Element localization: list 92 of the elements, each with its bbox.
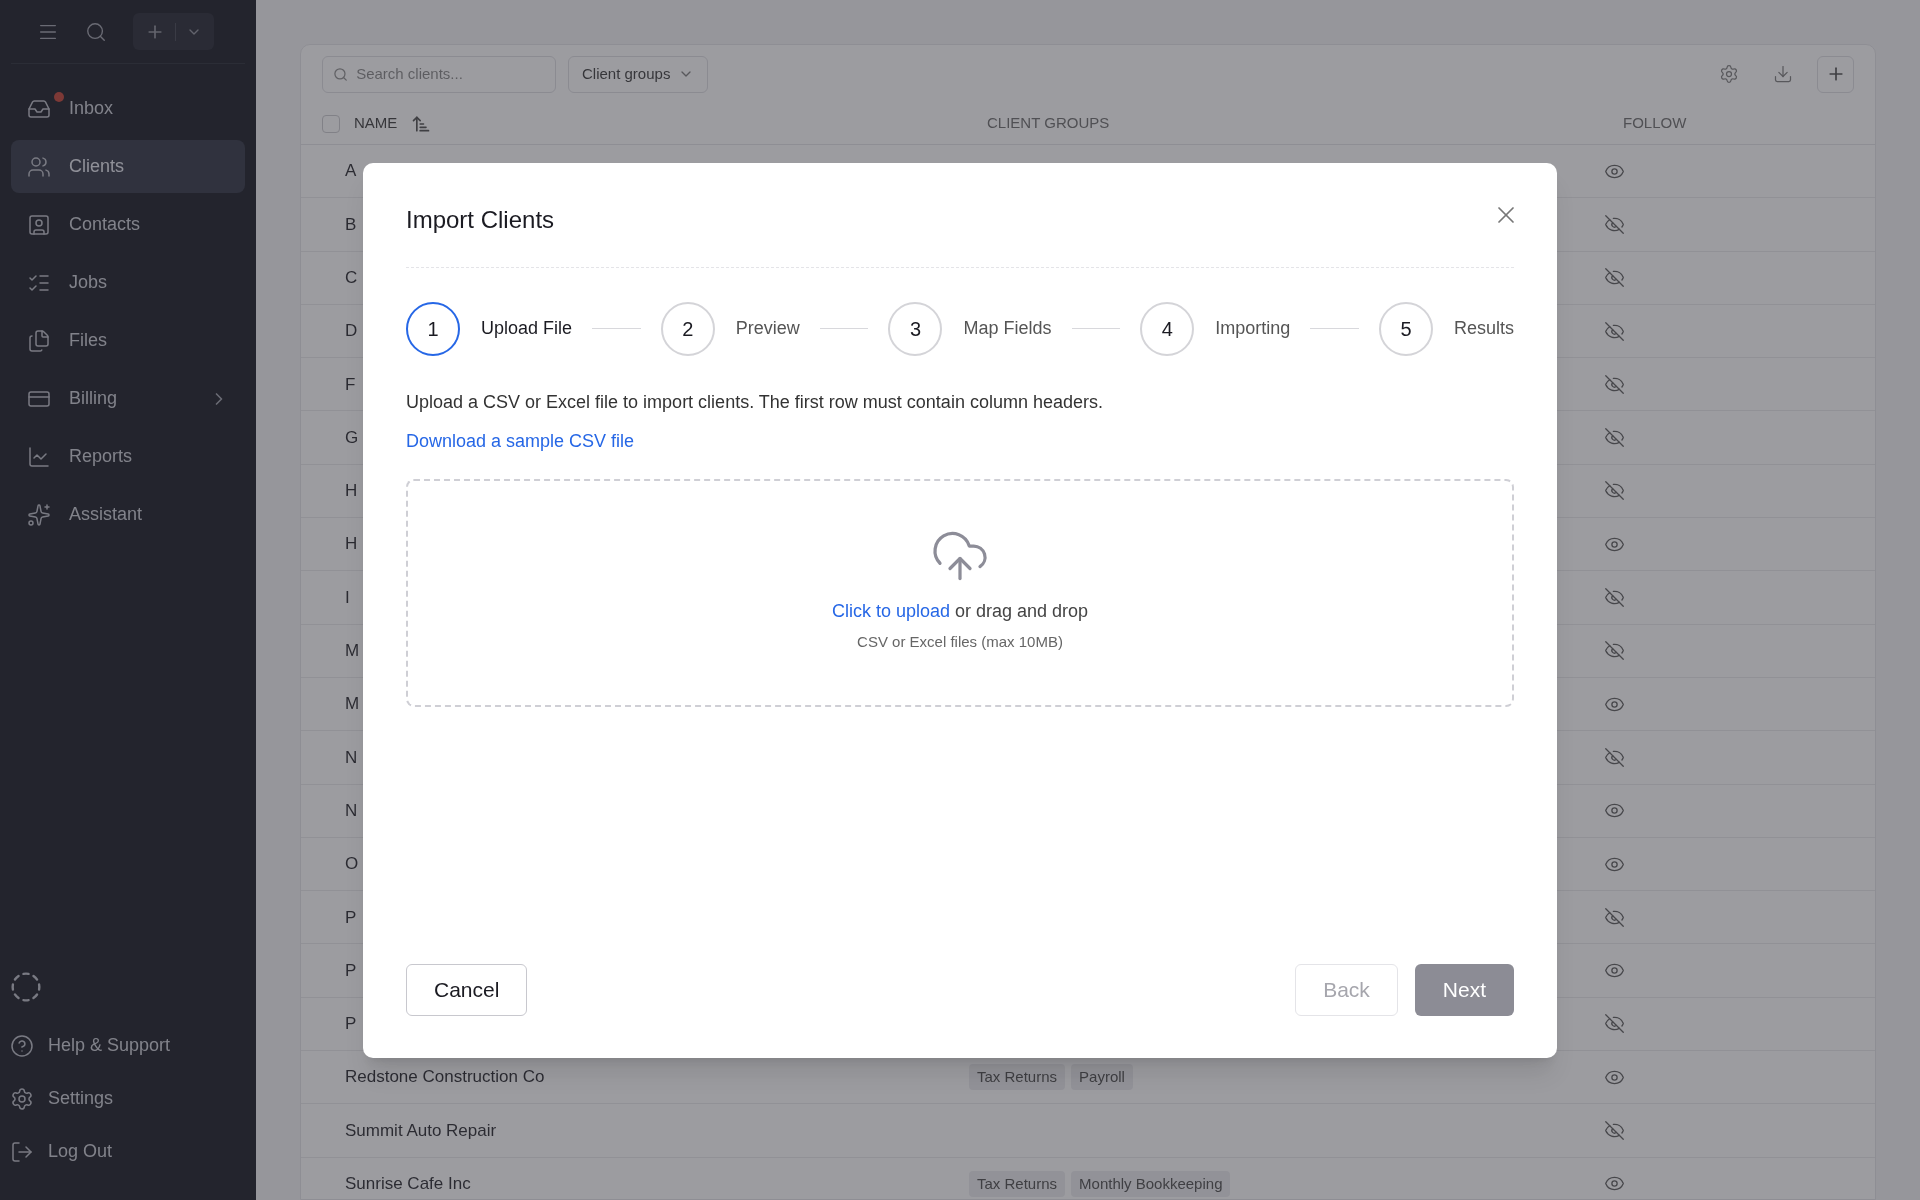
eye-off-icon[interactable]	[1604, 587, 1625, 608]
client-name[interactable]: B	[345, 214, 357, 234]
client-name[interactable]: M	[345, 641, 360, 661]
dialog-title: Import Clients	[406, 204, 555, 235]
column-header[interactable]: NAME	[354, 112, 398, 135]
nav-label: Assistant	[69, 503, 144, 526]
nav-item[interactable]: Reports	[11, 430, 245, 483]
nav-label: Jobs	[69, 271, 109, 294]
nav-item[interactable]: Inbox	[11, 82, 245, 135]
eye-off-icon[interactable]	[1604, 746, 1625, 768]
eye-off-icon[interactable]	[1604, 267, 1625, 289]
search-input[interactable]: Search clients...	[356, 62, 545, 86]
client-name[interactable]: H	[345, 481, 358, 501]
click-to-upload-link[interactable]: Click to upload	[831, 600, 950, 621]
sparkles-icon	[27, 502, 51, 527]
nav-item[interactable]: Billing	[11, 372, 245, 425]
eye-off-icon[interactable]	[1604, 480, 1625, 502]
column-header: CLIENT GROUPS	[987, 114, 1110, 132]
client-group-tag: Tax Returns	[969, 1170, 1066, 1198]
users-icon	[27, 154, 51, 179]
client-name[interactable]: F	[345, 374, 356, 394]
eye-off-icon[interactable]	[1604, 640, 1625, 662]
footer-nav-label: Log Out	[48, 1140, 113, 1163]
step-label: Upload File	[481, 317, 573, 340]
upload-hint: CSV or Excel files (max 10MB)	[857, 631, 1063, 652]
nav-item[interactable]: Files	[11, 314, 245, 367]
client-name[interactable]: P	[345, 1014, 357, 1034]
client-name[interactable]: P	[345, 960, 357, 980]
search-icon	[333, 65, 349, 83]
nav-item[interactable]: Clients	[11, 140, 245, 193]
client-name[interactable]: Redstone Construction Co	[345, 1067, 545, 1087]
cancel-button[interactable]: Cancel	[406, 963, 528, 1016]
help-icon	[10, 1033, 34, 1058]
eye-off-icon[interactable]	[1604, 427, 1625, 449]
eye-off-icon[interactable]	[1604, 320, 1625, 342]
client-group-tag: Payroll	[1071, 1063, 1133, 1091]
add-button[interactable]	[1817, 55, 1854, 93]
nav-label: Contacts	[69, 213, 142, 236]
select-all-checkbox[interactable]	[322, 114, 340, 133]
logout-icon	[10, 1139, 34, 1164]
footer-nav-item[interactable]: Help & Support	[10, 1019, 246, 1072]
contact-card-icon	[27, 212, 51, 237]
step-label: Preview	[735, 317, 800, 340]
client-group-tag: Tax Returns	[969, 1063, 1066, 1091]
status-circle-icon[interactable]	[10, 971, 42, 1003]
client-name[interactable]: P	[345, 907, 357, 927]
client-name[interactable]: Summit Auto Repair	[345, 1120, 497, 1140]
eye-off-icon[interactable]	[1604, 213, 1625, 235]
nav-label: Billing	[69, 387, 119, 410]
client-name[interactable]: I	[345, 587, 350, 607]
client-name[interactable]: O	[345, 854, 359, 874]
eye-off-icon[interactable]	[1604, 1120, 1625, 1141]
search-field[interactable]: Search clients...	[322, 55, 556, 93]
client-name[interactable]: G	[345, 427, 359, 447]
upload-prompt: Click to upload or drag and drop	[831, 599, 1089, 623]
client-name[interactable]: M	[345, 694, 360, 714]
footer-nav-item[interactable]: Log Out	[10, 1125, 246, 1178]
column-header: FOLLOW	[1623, 114, 1687, 132]
client-name[interactable]: A	[345, 161, 357, 181]
upload-dropzone[interactable]: Click to upload or drag and drop CSV or Excel files (max 10MB)	[406, 478, 1514, 707]
nav-item[interactable]: Assistant	[11, 488, 245, 541]
client-group-tag: Monthly Bookkeeping	[1071, 1170, 1231, 1198]
nav-label: Inbox	[69, 97, 115, 120]
eye-off-icon[interactable]	[1604, 1013, 1625, 1035]
settings-icon	[10, 1086, 34, 1111]
client-name[interactable]: N	[345, 747, 358, 767]
client-name[interactable]: H	[345, 534, 358, 554]
client-groups-dropdown[interactable]: Client groups	[568, 55, 709, 93]
instructions-text: Upload a CSV or Excel file to import clients. The first row must contain column headers.	[406, 390, 1104, 414]
nav-label: Clients	[69, 155, 126, 178]
eye-off-icon[interactable]	[1604, 373, 1625, 395]
download-sample-link[interactable]: Download a sample CSV file	[406, 427, 635, 455]
settings-icon[interactable]	[1719, 64, 1739, 84]
nav-item[interactable]: Jobs	[11, 256, 245, 309]
nav-label: Files	[69, 329, 108, 352]
download-icon[interactable]	[1773, 64, 1793, 84]
nav-label: Reports	[69, 445, 134, 468]
nav-item[interactable]: Contacts	[11, 198, 245, 251]
client-name[interactable]: C	[345, 268, 358, 287]
step-label: Importing	[1215, 317, 1291, 340]
search-icon[interactable]	[85, 20, 107, 43]
footer-nav-label: Help & Support	[48, 1034, 171, 1057]
client-name[interactable]: D	[345, 321, 358, 341]
eye-off-icon[interactable]	[1604, 906, 1625, 928]
client-name[interactable]: N	[345, 800, 358, 820]
line-chart-icon	[27, 444, 51, 469]
footer-nav-item[interactable]: Settings	[10, 1072, 246, 1125]
step-label: Results	[1453, 317, 1514, 340]
footer-nav-label: Settings	[48, 1087, 114, 1110]
files-icon	[27, 328, 51, 353]
step-label: Map Fields	[963, 317, 1052, 340]
client-name[interactable]: Sunrise Cafe Inc	[345, 1174, 471, 1194]
